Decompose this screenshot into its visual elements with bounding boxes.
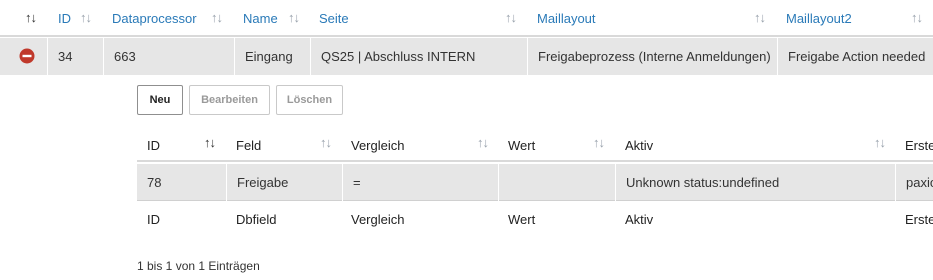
sort-icon[interactable]: ↑↓ <box>204 135 216 150</box>
column-header-feld[interactable]: Feld <box>236 138 261 153</box>
footer-wert: Wert <box>508 212 536 227</box>
cell-seite: QS25 | Abschluss INTERN <box>310 38 527 75</box>
sort-icon[interactable]: ↑↓ <box>911 10 923 25</box>
cell-maillayout: Freigabeprozess (Interne Anmeldungen) <box>527 38 777 75</box>
sort-icon[interactable]: ↑↓ <box>80 10 92 25</box>
sort-icon[interactable]: ↑↓ <box>288 10 300 25</box>
footer-feld: Dbfield <box>236 212 277 227</box>
cell-wert <box>498 164 615 201</box>
sort-icon[interactable]: ↑↓ <box>477 135 489 150</box>
main-table-header: ↑↓ ID ↑↓ Dataprocessor ↑↓ Name ↑↓ Seite … <box>0 0 933 37</box>
cell-maillayout2: Freigabe Action needed <box>777 38 933 75</box>
remove-circle-icon[interactable] <box>19 48 35 64</box>
column-header-aktiv[interactable]: Aktiv <box>625 138 653 153</box>
column-header-id[interactable]: ID <box>58 11 71 26</box>
cell-id: 78 <box>147 175 162 190</box>
sort-icon[interactable]: ↑↓ <box>754 10 766 25</box>
cell-feld: Freigabe <box>226 164 342 201</box>
column-header-maillayout[interactable]: Maillayout <box>537 11 596 26</box>
table-row[interactable]: 34 663 Eingang QS25 | Abschluss INTERN F… <box>0 38 933 75</box>
edit-button[interactable]: Bearbeiten <box>189 85 270 115</box>
footer-vergleich: Vergleich <box>351 212 405 227</box>
cell-vergleich: = <box>342 164 498 201</box>
cell-erste: paxio <box>895 164 933 201</box>
cell-dataprocessor: 663 <box>103 38 234 75</box>
sub-table-footer: ID Dbfield Vergleich Wert Aktiv Erste <box>137 203 933 237</box>
column-header-dataprocessor[interactable]: Dataprocessor <box>112 11 197 26</box>
cell-name: Eingang <box>234 38 310 75</box>
sort-icon[interactable]: ↑↓ <box>593 135 605 150</box>
footer-erste: Erste <box>905 212 933 227</box>
delete-button[interactable]: Löschen <box>276 85 343 115</box>
table-row[interactable]: 78 Freigabe = Unknown status:undefined p… <box>137 164 933 201</box>
column-header-maillayout2[interactable]: Maillayout2 <box>786 11 852 26</box>
new-button[interactable]: Neu <box>137 85 183 115</box>
table-info: 1 bis 1 von 1 Einträgen <box>137 259 260 273</box>
sort-icon[interactable]: ↑↓ <box>874 135 886 150</box>
cell-id: 34 <box>47 38 103 75</box>
sort-icon[interactable]: ↑↓ <box>320 135 332 150</box>
sort-icon[interactable]: ↑↓ <box>25 10 37 25</box>
column-header-id[interactable]: ID <box>147 138 160 153</box>
column-header-seite[interactable]: Seite <box>319 11 349 26</box>
cell-aktiv: Unknown status:undefined <box>615 164 895 201</box>
column-header-wert[interactable]: Wert <box>508 138 535 153</box>
sub-table-header: ID ↑↓ Feld ↑↓ Vergleich ↑↓ Wert ↑↓ Aktiv… <box>137 128 933 162</box>
column-header-name[interactable]: Name <box>243 11 278 26</box>
column-header-erste[interactable]: Erste <box>905 138 933 153</box>
sort-icon[interactable]: ↑↓ <box>211 10 223 25</box>
footer-aktiv: Aktiv <box>625 212 654 227</box>
footer-id: ID <box>147 212 160 227</box>
row-control-cell[interactable] <box>0 38 47 75</box>
column-header-vergleich[interactable]: Vergleich <box>351 138 404 153</box>
sort-icon[interactable]: ↑↓ <box>505 10 517 25</box>
